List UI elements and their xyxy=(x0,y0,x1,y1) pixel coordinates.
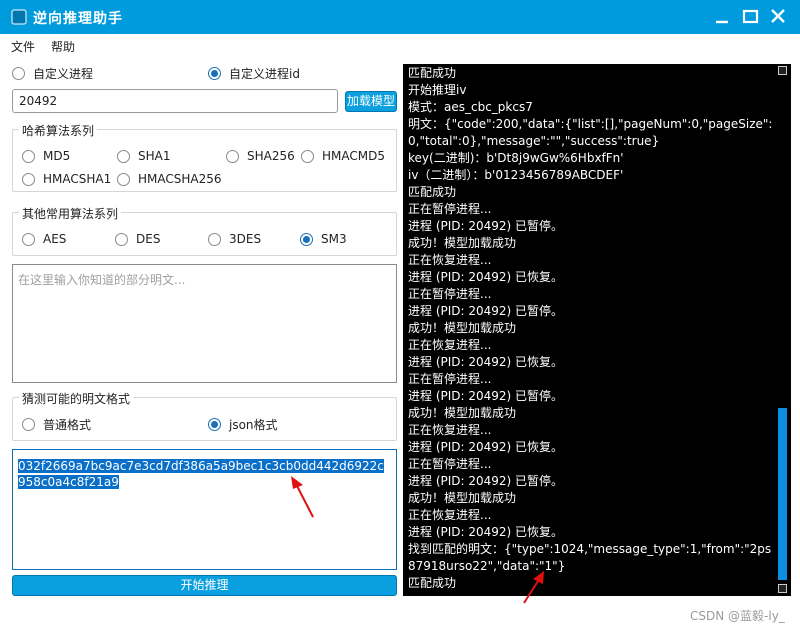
menu-help[interactable]: 帮助 xyxy=(51,38,75,55)
radio-label: 普通格式 xyxy=(43,417,92,432)
radio-label: SM3 xyxy=(321,232,347,246)
radio-label: DES xyxy=(136,232,161,246)
log-output-panel: 匹配成功 开始推理iv 模式：aes_cbc_pkcs7 明文：{"code":200… xyxy=(403,64,791,596)
scroll-down-icon[interactable] xyxy=(778,584,787,593)
radio-label: 3DES xyxy=(229,232,262,246)
log-line: 进程 (PID: 20492) 已暂停。 xyxy=(408,304,564,318)
radio-label: HMACSHA1 xyxy=(43,172,112,186)
radio-dot xyxy=(22,149,35,163)
radio-hmacsha256[interactable]: HMACSHA256 xyxy=(117,170,222,188)
radio-plain-format[interactable]: 普通格式 xyxy=(22,415,91,433)
radio-dot xyxy=(208,232,221,246)
red-arrow-annotation-left xyxy=(291,476,314,518)
load-model-button[interactable]: 加载模型 xyxy=(345,91,397,112)
radio-aes[interactable]: AES xyxy=(22,230,66,248)
radio-sha1[interactable]: SHA1 xyxy=(117,147,170,165)
known-plaintext-input[interactable]: 在这里输入你知道的部分明文... xyxy=(12,264,397,383)
radio-label: HMACMD5 xyxy=(322,149,385,163)
radio-label: SHA1 xyxy=(138,149,171,163)
log-line: 进程 (PID: 20492) 已恢复。 xyxy=(408,525,564,539)
radio-dot-selected xyxy=(208,66,221,80)
radio-label: SHA256 xyxy=(247,149,295,163)
log-line: 成功！模型加载成功 xyxy=(408,236,517,250)
log-line: 正在恢复进程... xyxy=(408,508,492,522)
log-lines: 匹配成功 开始推理iv 模式：aes_cbc_pkcs7 明文：{"code":200… xyxy=(408,65,774,592)
radio-label: MD5 xyxy=(43,149,71,163)
log-scrollbar[interactable] xyxy=(776,64,790,596)
maximize-icon[interactable] xyxy=(740,7,762,27)
scroll-thumb[interactable] xyxy=(778,408,787,580)
radio-3des[interactable]: 3DES xyxy=(208,230,261,248)
log-line: 成功！模型加载成功 xyxy=(408,491,517,505)
log-line: 正在暂停进程... xyxy=(408,202,492,216)
radio-des[interactable]: DES xyxy=(115,230,160,248)
radio-label: AES xyxy=(43,232,67,246)
log-line: 成功！模型加载成功 xyxy=(408,406,517,420)
radio-label: 自定义进程 xyxy=(33,66,94,81)
log-line: 进程 (PID: 20492) 已恢复。 xyxy=(408,440,564,454)
radio-dot xyxy=(117,149,130,163)
radio-dot xyxy=(226,149,239,163)
pid-input[interactable]: 20492 xyxy=(12,89,338,113)
menu-file[interactable]: 文件 xyxy=(11,38,35,55)
other-group-title: 其他常用算法系列 xyxy=(19,205,122,222)
log-line: 正在恢复进程... xyxy=(408,338,492,352)
radio-dot-selected xyxy=(208,417,221,431)
radio-label: 自定义进程id xyxy=(229,66,300,81)
radio-custom-process-id[interactable]: 自定义进程id xyxy=(208,64,300,82)
log-line: 进程 (PID: 20492) 已恢复。 xyxy=(408,355,564,369)
radio-dot xyxy=(117,172,130,186)
radio-dot xyxy=(22,417,35,431)
close-icon[interactable] xyxy=(768,7,790,27)
radio-md5[interactable]: MD5 xyxy=(22,147,70,165)
log-line: 正在暂停进程... xyxy=(408,287,492,301)
radio-custom-process[interactable]: 自定义进程 xyxy=(12,64,93,82)
radio-dot xyxy=(22,232,35,246)
ciphertext-input[interactable]: 032f2669a7bc9ac7e3cd7df386a5a9bec1c3cb0d… xyxy=(12,449,397,570)
hash-group-title: 哈希算法系列 xyxy=(19,122,98,139)
log-line: 进程 (PID: 20492) 已恢复。 xyxy=(408,270,564,284)
radio-hmacmd5[interactable]: HMACMD5 xyxy=(301,147,385,165)
log-line: 匹配成功 xyxy=(408,66,457,80)
format-group-title: 猜测可能的明文格式 xyxy=(19,390,134,407)
log-line: 正在恢复进程... xyxy=(408,253,492,267)
radio-sm3[interactable]: SM3 xyxy=(300,230,347,248)
radio-json-format[interactable]: json格式 xyxy=(208,415,278,433)
watermark: CSDN @蓝毅-ly_ xyxy=(690,609,785,623)
radio-dot xyxy=(301,149,314,163)
placeholder-text: 在这里输入你知道的部分明文... xyxy=(18,273,186,287)
log-line: 进程 (PID: 20492) 已暂停。 xyxy=(408,219,564,233)
window-title: 逆向推理助手 xyxy=(33,11,123,27)
log-line: 成功！模型加载成功 xyxy=(408,321,517,335)
ciphertext-selected-text: 032f2669a7bc9ac7e3cd7df386a5a9bec1c3cb0d… xyxy=(18,459,384,489)
log-line: 模式：aes_cbc_pkcs7 xyxy=(408,100,533,114)
radio-dot xyxy=(12,66,25,80)
radio-hmacsha1[interactable]: HMACSHA1 xyxy=(22,170,111,188)
log-line: 找到匹配的明文：{"type":1024,"message_type":1,"f… xyxy=(408,542,772,573)
log-line: iv（二进制）：b'0123456789ABCDEF' xyxy=(408,168,624,182)
log-line: 正在恢复进程... xyxy=(408,423,492,437)
radio-label: json格式 xyxy=(229,417,278,432)
log-line: 正在暂停进程... xyxy=(408,457,492,471)
scroll-up-icon[interactable] xyxy=(778,66,787,75)
minimize-icon[interactable] xyxy=(712,7,734,27)
radio-dot xyxy=(22,172,35,186)
menu-bar: 文件 帮助 xyxy=(0,34,800,56)
log-line: 匹配成功 xyxy=(408,185,457,199)
log-line: 明文：{"code":200,"data":{"list":[],"pageNu… xyxy=(408,117,773,148)
title-bar: 逆向推理助手 xyxy=(0,0,800,34)
log-line: key(二进制)：b'Dt8j9wGw%6HbxfFn' xyxy=(408,151,624,165)
radio-dot xyxy=(115,232,128,246)
radio-label: HMACSHA256 xyxy=(138,172,222,186)
app-icon xyxy=(11,9,27,25)
red-arrow-annotation-bottom xyxy=(523,571,544,604)
start-inference-button[interactable]: 开始推理 xyxy=(12,575,397,596)
log-line: 进程 (PID: 20492) 已暂停。 xyxy=(408,474,564,488)
log-line: 开始推理iv xyxy=(408,83,467,97)
radio-dot-selected xyxy=(300,232,313,246)
radio-sha256[interactable]: SHA256 xyxy=(226,147,295,165)
log-line: 进程 (PID: 20492) 已暂停。 xyxy=(408,389,564,403)
log-line: 匹配成功 xyxy=(408,576,457,590)
log-line: 正在暂停进程... xyxy=(408,372,492,386)
